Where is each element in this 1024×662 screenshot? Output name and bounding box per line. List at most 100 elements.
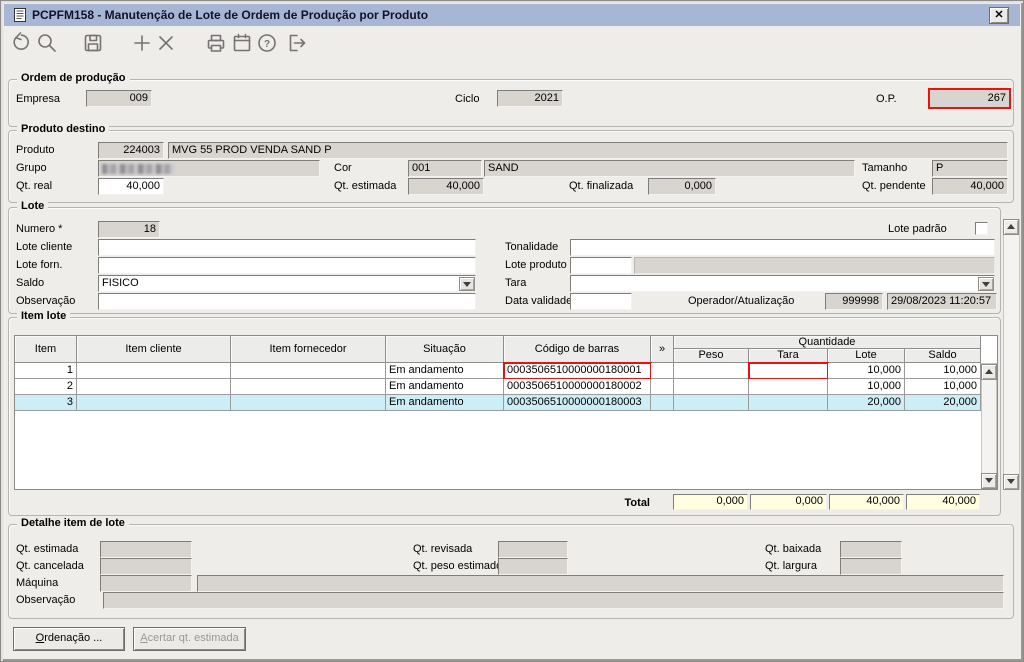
- cell-saldo-row2[interactable]: 10,000: [905, 379, 981, 395]
- close-button[interactable]: ✕: [989, 7, 1009, 24]
- detalhe-maquina-label: Máquina: [16, 577, 59, 589]
- col-header-saldo: Saldo: [905, 349, 981, 363]
- detalhe-qt-baixada-field: [840, 541, 902, 558]
- detalhe-qt-estimada-field: [100, 541, 192, 558]
- qt-real-field[interactable]: 40,000: [98, 178, 164, 195]
- observacao-field[interactable]: [98, 293, 476, 310]
- form-scroll-up-button[interactable]: [1003, 219, 1019, 235]
- total-tara-field: 0,000: [750, 494, 827, 510]
- ciclo-field: 2021: [497, 90, 563, 107]
- save-button[interactable]: [82, 32, 106, 56]
- lote-forn-field[interactable]: [98, 257, 476, 274]
- detalhe-qt-cancelada-field: [100, 558, 192, 575]
- qt-estimada-field: 40,000: [408, 178, 484, 195]
- data-validade-label: Data validade: [505, 295, 573, 307]
- exit-button[interactable]: [285, 32, 309, 56]
- cell-tara-row2[interactable]: [749, 379, 828, 395]
- cell-item-row1[interactable]: 1: [15, 363, 77, 379]
- refresh-icon: [13, 32, 29, 50]
- cell-situacao-row2[interactable]: Em andamento: [386, 379, 504, 395]
- tara-dropdown-button[interactable]: [978, 277, 994, 291]
- cell-saldo-row1[interactable]: 10,000: [905, 363, 981, 379]
- detalhe-observacao-label: Observação: [16, 594, 76, 606]
- app-icon: [14, 8, 26, 22]
- refresh-button[interactable]: [10, 32, 34, 56]
- search-button[interactable]: [36, 32, 60, 56]
- cell-item_cliente-row1[interactable]: [77, 363, 231, 379]
- table-scroll-down-button[interactable]: [981, 473, 997, 489]
- numero-label: Numero *: [16, 223, 63, 235]
- table-scroll-up-button[interactable]: [981, 364, 997, 380]
- detalhe-qt-revisada-label: Qt. revisada: [413, 543, 473, 555]
- form-scroll-down-button[interactable]: [1003, 474, 1019, 490]
- close-icon: ✕: [994, 9, 1004, 21]
- col-header-item: Item: [15, 336, 77, 363]
- op-label: O.P.: [876, 93, 897, 105]
- lote-cliente-field[interactable]: [98, 239, 476, 256]
- tara-combobox[interactable]: [570, 275, 995, 292]
- detalhe-qt-revisada-field: [498, 541, 568, 558]
- ordenacao-button[interactable]: Ordenação ...: [13, 627, 125, 651]
- saldo-dropdown-button[interactable]: [459, 277, 475, 291]
- cell-situacao-row1[interactable]: Em andamento: [386, 363, 504, 379]
- col-header-codigo-barras: Código de barras: [504, 336, 651, 363]
- cell-tara-row1[interactable]: [748, 362, 829, 380]
- form-scrollbar[interactable]: [1003, 219, 1020, 490]
- add-button[interactable]: [131, 32, 155, 56]
- cell-item-row2[interactable]: 2: [15, 379, 77, 395]
- cell-item_fornecedor-row1[interactable]: [231, 363, 386, 379]
- print-button[interactable]: [205, 32, 229, 56]
- lote-cliente-label: Lote cliente: [16, 241, 73, 253]
- cell-codigo_barras-row3[interactable]: 0003506510000000180003: [504, 395, 651, 411]
- col-header-situacao: Situação: [386, 336, 504, 363]
- produto-desc-field: MVG 55 PROD VENDA SAND P: [168, 142, 1008, 159]
- total-lote-field: 40,000: [829, 494, 904, 510]
- cell-lote-row2[interactable]: 10,000: [828, 379, 905, 395]
- col-header-expand[interactable]: »: [651, 336, 674, 363]
- qt-finalizada-field: 0,000: [648, 178, 716, 195]
- calendar-button[interactable]: [231, 32, 255, 56]
- acertar-qt-estimada-button: Acertar qt. estimada: [133, 627, 246, 651]
- cell-expand_body-row3[interactable]: [651, 395, 674, 411]
- cell-tara-row3[interactable]: [749, 395, 828, 411]
- tonalidade-field[interactable]: [570, 239, 995, 256]
- delete-button[interactable]: [155, 32, 179, 56]
- cell-item_fornecedor-row2[interactable]: [231, 379, 386, 395]
- help-button[interactable]: ?: [256, 32, 280, 56]
- tonalidade-label: Tonalidade: [505, 241, 559, 253]
- cell-item_cliente-row2[interactable]: [77, 379, 231, 395]
- tamanho-label: Tamanho: [862, 162, 908, 174]
- total-label: Total: [624, 497, 650, 509]
- lote-padrao-checkbox[interactable]: [975, 222, 988, 235]
- cell-peso-row2[interactable]: [674, 379, 749, 395]
- cell-peso-row1[interactable]: [674, 363, 749, 379]
- cell-peso-row3[interactable]: [674, 395, 749, 411]
- cell-saldo-row3[interactable]: 20,000: [905, 395, 981, 411]
- item-lote-table: Item Item cliente Item fornecedor Situaç…: [14, 335, 998, 490]
- cell-codigo_barras-row1[interactable]: 0003506510000000180001: [503, 362, 652, 380]
- cell-item_fornecedor-row3[interactable]: [231, 395, 386, 411]
- cell-situacao-row3[interactable]: Em andamento: [386, 395, 504, 411]
- cell-codigo_barras-row2[interactable]: 0003506510000000180002: [504, 379, 651, 395]
- print-icon: [207, 34, 225, 52]
- cell-expand_body-row1[interactable]: [651, 363, 674, 379]
- search-icon: [38, 34, 56, 52]
- numero-field: 18: [98, 221, 160, 238]
- detalhe-qt-peso-estimado-label: Qt. peso estimado: [413, 560, 503, 572]
- arrow-down-icon: [1007, 479, 1015, 484]
- grupo-label: Grupo: [16, 162, 47, 174]
- table-body: 1 Em andamento 0003506510000000180001 10,00…: [15, 362, 981, 489]
- cell-expand_body-row2[interactable]: [651, 379, 674, 395]
- lote-produto-field[interactable]: [570, 257, 632, 274]
- total-peso-field: 0,000: [673, 494, 748, 510]
- app-window: PCPFM158 - Manutenção de Lote de Ordem d…: [0, 0, 1024, 662]
- cell-item-row3[interactable]: 3: [15, 395, 77, 411]
- cell-lote-row3[interactable]: 20,000: [828, 395, 905, 411]
- table-scrollbar[interactable]: [981, 363, 997, 489]
- qt-pendente-field: 40,000: [932, 178, 1008, 195]
- saldo-combobox[interactable]: FISICO: [98, 275, 476, 292]
- qt-pendente-label: Qt. pendente: [862, 180, 926, 192]
- cell-item_cliente-row3[interactable]: [77, 395, 231, 411]
- cell-lote-row1[interactable]: 10,000: [828, 363, 905, 379]
- data-validade-field[interactable]: [570, 293, 632, 310]
